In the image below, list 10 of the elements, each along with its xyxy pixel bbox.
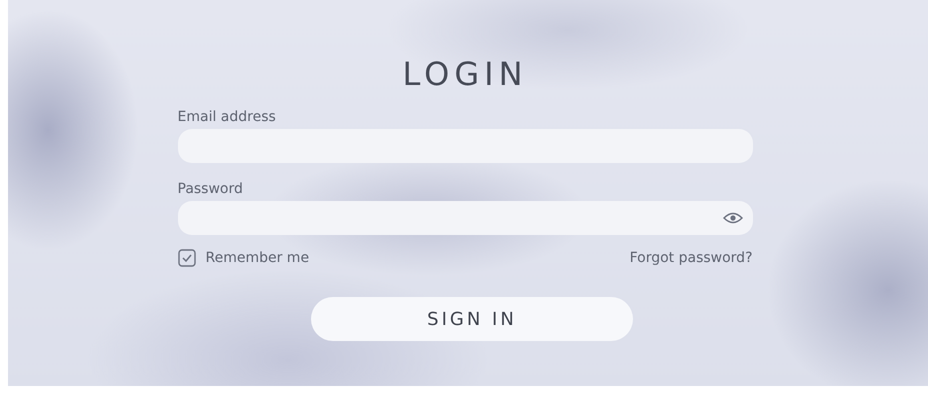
remember-me-label: Remember me	[206, 250, 310, 266]
password-field[interactable]	[178, 201, 752, 235]
eye-icon[interactable]	[722, 212, 742, 224]
sign-in-button[interactable]: SIGN IN	[311, 297, 633, 341]
field-label: Email address	[178, 109, 277, 125]
login-title: LOGIN	[402, 55, 528, 93]
email-field[interactable]	[178, 129, 752, 163]
forgot-password-link[interactable]: Forgot password?	[630, 250, 752, 266]
field-label: Password	[178, 181, 244, 197]
checkbox[interactable]	[178, 249, 196, 267]
